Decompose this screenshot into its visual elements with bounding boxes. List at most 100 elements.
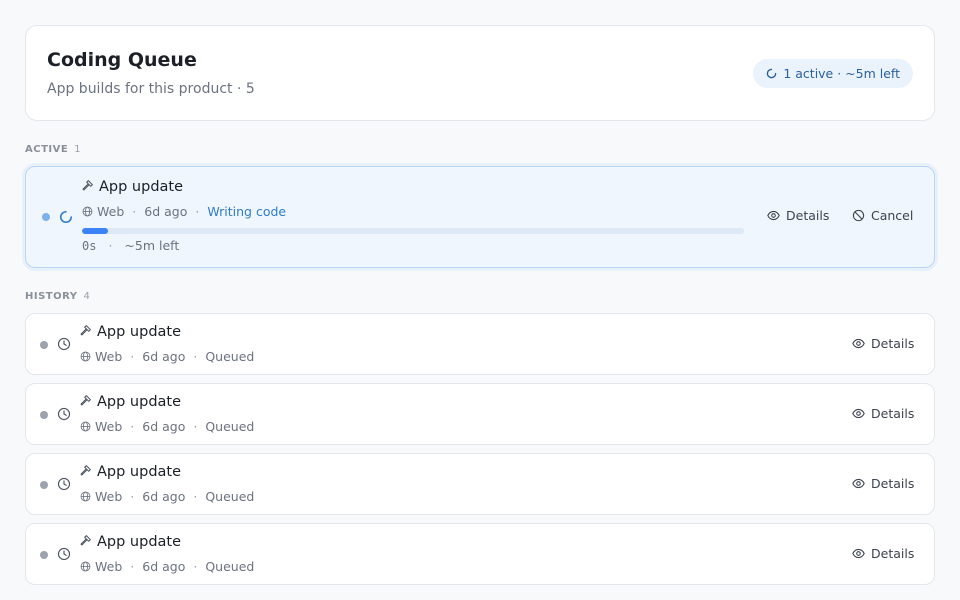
hammer-icon: [80, 395, 91, 406]
details-button-label: Details: [871, 546, 915, 561]
job-age: 6d ago: [142, 489, 186, 504]
job-platform: Web: [95, 419, 123, 434]
globe-icon: [80, 421, 91, 432]
eye-icon: [852, 548, 865, 559]
job-age: 6d ago: [142, 419, 186, 434]
details-button-label: Details: [871, 476, 915, 491]
elapsed-time: 0s: [82, 239, 97, 253]
job-status: Queued: [205, 419, 255, 434]
job-title: App update: [79, 534, 181, 550]
hammer-icon: [80, 465, 91, 476]
meta-separator: ·: [193, 349, 198, 364]
section-count-history: 4: [83, 291, 90, 302]
hammer-icon: [80, 325, 91, 336]
meta-separator: ·: [130, 489, 135, 504]
globe-icon: [80, 491, 91, 502]
progress-text: 0s · ~5m left: [82, 238, 179, 253]
job-title-text: App update: [97, 394, 182, 410]
hammer-icon: [82, 180, 93, 191]
job-title-text: App update: [97, 534, 182, 550]
job-title-text: App update: [97, 464, 182, 480]
meta-separator: ·: [193, 419, 198, 434]
page-subtitle: App builds for this product · 5: [47, 81, 255, 97]
eye-icon: [852, 338, 865, 349]
globe-icon: [82, 206, 93, 217]
cancel-button-label: Cancel: [871, 208, 914, 223]
job-title-text: App update: [97, 324, 182, 340]
section-label-history: HISTORY 4: [25, 291, 90, 302]
remaining-time: ~5m left: [124, 238, 180, 253]
eye-icon: [767, 210, 780, 221]
meta-separator: ·: [195, 204, 200, 219]
section-count-active: 1: [74, 144, 81, 155]
job-platform: Web: [95, 349, 123, 364]
page-title: Coding Queue: [47, 49, 197, 71]
status-dot: [40, 551, 48, 559]
details-button-label: Details: [871, 336, 915, 351]
history-job-card[interactable]: App update Web · 6d ago · Queued Details: [25, 383, 935, 445]
status-dot: [40, 411, 48, 419]
details-button[interactable]: Details: [852, 406, 914, 421]
job-status: Queued: [205, 349, 255, 364]
meta-separator: ·: [132, 204, 137, 219]
clock-icon: [57, 477, 71, 491]
globe-icon: [80, 351, 91, 362]
active-job-card[interactable]: App update Web · 6d ago · Writing code 0…: [25, 166, 935, 268]
eye-icon: [852, 408, 865, 419]
section-label-active: ACTIVE 1: [25, 144, 81, 155]
spinner-icon: [60, 210, 73, 223]
status-dot: [42, 213, 50, 221]
job-status: Queued: [205, 489, 255, 504]
job-platform: Web: [97, 204, 125, 219]
job-meta: Web · 6d ago · Queued: [80, 489, 254, 504]
section-label-active-text: ACTIVE: [25, 144, 69, 155]
history-job-card[interactable]: App update Web · 6d ago · Queued Details: [25, 453, 935, 515]
globe-icon: [80, 561, 91, 572]
section-label-history-text: HISTORY: [25, 291, 78, 302]
clock-icon: [57, 547, 71, 561]
details-button[interactable]: Details: [767, 208, 829, 223]
job-meta: Web · 6d ago · Queued: [80, 419, 254, 434]
job-title: App update: [79, 324, 181, 340]
details-button[interactable]: Details: [852, 336, 914, 351]
meta-separator: ·: [193, 489, 198, 504]
eye-icon: [852, 478, 865, 489]
job-title: App update: [79, 464, 181, 480]
details-button[interactable]: Details: [852, 546, 914, 561]
job-meta: Web · 6d ago · Queued: [80, 349, 254, 364]
job-title-text: App update: [99, 179, 184, 195]
status-dot: [40, 481, 48, 489]
ban-icon: [852, 209, 865, 222]
history-job-card[interactable]: App update Web · 6d ago · Queued Details: [25, 523, 935, 585]
active-status-pill: 1 active · ~5m left: [753, 59, 913, 88]
progress-bar: [82, 228, 744, 234]
job-meta: Web · 6d ago · Writing code: [82, 204, 286, 219]
job-meta: Web · 6d ago · Queued: [80, 559, 254, 574]
details-button[interactable]: Details: [852, 476, 914, 491]
spinner-icon: [767, 68, 777, 79]
job-status: Queued: [205, 559, 255, 574]
job-age: 6d ago: [144, 204, 188, 219]
meta-separator: ·: [130, 349, 135, 364]
job-title: App update: [79, 394, 181, 410]
job-age: 6d ago: [142, 349, 186, 364]
status-dot: [40, 341, 48, 349]
job-status: Writing code: [207, 204, 287, 219]
meta-separator: ·: [130, 419, 135, 434]
job-platform: Web: [95, 559, 123, 574]
queue-header-card: Coding Queue App builds for this product…: [25, 25, 935, 121]
details-button-label: Details: [871, 406, 915, 421]
clock-icon: [57, 337, 71, 351]
meta-separator: ·: [193, 559, 198, 574]
job-age: 6d ago: [142, 559, 186, 574]
progress-bar-fill: [82, 228, 109, 234]
job-title: App update: [81, 179, 183, 195]
status-pill-text: 1 active · ~5m left: [783, 66, 900, 81]
clock-icon: [57, 407, 71, 421]
job-platform: Web: [95, 489, 123, 504]
cancel-button[interactable]: Cancel: [852, 208, 913, 223]
details-button-label: Details: [786, 208, 830, 223]
hammer-icon: [80, 535, 91, 546]
history-job-card[interactable]: App update Web · 6d ago · Queued Details: [25, 313, 935, 375]
meta-separator: ·: [108, 238, 113, 253]
